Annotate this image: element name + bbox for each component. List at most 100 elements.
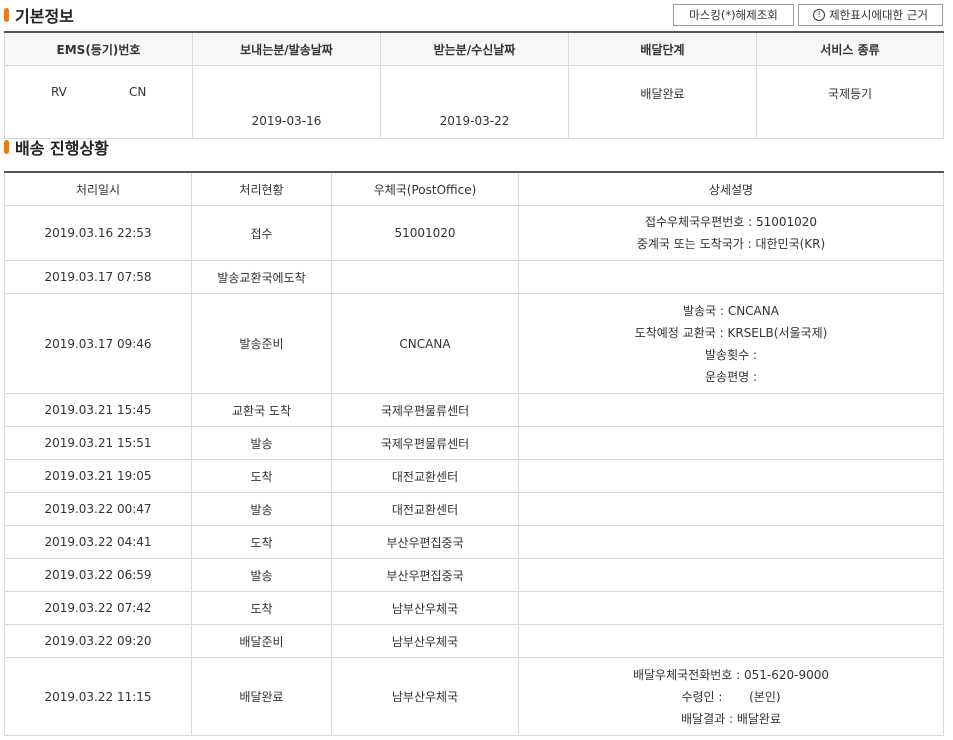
detail-line: 접수우체국우편번호 : 51001020 <box>644 215 818 229</box>
info-icon: ! <box>813 9 826 21</box>
progress-row: 2019.03.22 07:42 도착 남부산우체국 <box>4 591 944 625</box>
progress-row: 2019.03.22 00:47 발송 대전교환센터 <box>4 492 944 526</box>
basic-info-header-row: EMS(등기)번호 보내는분/발송날짜 받는분/수신날짜 배달단계 서비스 종류 <box>4 31 944 66</box>
progress-title-text: 배송 진행상황 <box>15 139 109 158</box>
row-detail <box>518 492 944 526</box>
row-detail <box>518 525 944 559</box>
recv-date-cell: 2019-03-22 <box>380 65 569 139</box>
section-marker-icon <box>4 8 9 22</box>
row-detail <box>518 393 944 427</box>
basic-info-title: 기본정보 <box>4 3 74 27</box>
row-detail <box>518 459 944 493</box>
row-status: 발송준비 <box>191 293 332 394</box>
detail-line: 도착예정 교환국 : KRSELB(서울국제) <box>634 325 828 340</box>
row-status: 발송교환국에도착 <box>191 260 332 294</box>
row-datetime: 2019.03.21 15:51 <box>4 426 192 460</box>
row-post-office: 부산우편집중국 <box>331 558 519 592</box>
row-post-office: 대전교환센터 <box>331 492 519 526</box>
row-post-office <box>331 260 519 294</box>
row-datetime: 2019.03.17 09:46 <box>4 293 192 394</box>
row-datetime: 2019.03.22 04:41 <box>4 525 192 559</box>
header-receiver-date: 받는분/수신날짜 <box>380 31 569 66</box>
row-post-office: 남부산우체국 <box>331 657 519 736</box>
progress-row: 2019.03.17 09:46 발송준비 CNCANA 발송국 : CNCANA 도착… <box>4 293 944 394</box>
row-datetime: 2019.03.22 06:59 <box>4 558 192 592</box>
row-detail <box>518 260 944 294</box>
progress-title: 배송 진행상황 <box>4 135 109 159</box>
ems-suffix: CN <box>129 85 147 99</box>
row-post-office: CNCANA <box>331 293 519 394</box>
limit-info-button[interactable]: ! 제한표시에대한 근거 <box>798 4 943 26</box>
detail-line: 운송편명 : <box>704 369 758 384</box>
header-post-office: 우체국(PostOffice) <box>331 171 519 206</box>
row-datetime: 2019.03.21 19:05 <box>4 459 192 493</box>
row-detail: 발송국 : CNCANA 도착예정 교환국 : KRSELB(서울국제) 발송횟수 … <box>518 293 944 394</box>
ems-prefix: RV <box>51 85 67 99</box>
progress-row: 2019.03.21 15:51 발송 국제우편물류센터 <box>4 426 944 460</box>
row-datetime: 2019.03.17 07:58 <box>4 260 192 294</box>
row-status: 교환국 도착 <box>191 393 332 427</box>
row-status: 배달완료 <box>191 657 332 736</box>
row-post-office: 남부산우체국 <box>331 591 519 625</box>
detail-line: 중계국 또는 도착국가 : 대한민국(KR) <box>636 237 826 251</box>
progress-row: 2019.03.22 04:41 도착 부산우편집중국 <box>4 525 944 559</box>
send-date-cell: 2019-03-16 <box>192 65 381 139</box>
row-post-office: 국제우편물류센터 <box>331 426 519 460</box>
detail-line: 수령인 : (본인) <box>681 689 781 704</box>
detail-line: 배달우체국전화번호 : 051-620-9000 <box>632 667 830 682</box>
progress-row: 2019.03.17 07:58 발송교환국에도착 <box>4 260 944 294</box>
progress-header-row: 처리일시 처리현황 우체국(PostOffice) 상세설명 <box>4 171 944 206</box>
row-detail <box>518 591 944 625</box>
row-status: 도착 <box>191 459 332 493</box>
masking-unlock-button[interactable]: 마스킹(*)해제조회 <box>673 4 794 26</box>
row-post-office: 부산우편집중국 <box>331 525 519 559</box>
row-post-office: 대전교환센터 <box>331 459 519 493</box>
row-status: 발송 <box>191 426 332 460</box>
row-post-office: 남부산우체국 <box>331 624 519 658</box>
row-post-office: 51001020 <box>331 205 519 261</box>
row-status: 도착 <box>191 525 332 559</box>
header-service-type: 서비스 종류 <box>756 31 944 66</box>
basic-info-title-text: 기본정보 <box>15 7 74 26</box>
header-delivery-stage: 배달단계 <box>568 31 757 66</box>
progress-row: 2019.03.22 11:15 배달완료 남부산우체국 배달우체국전화번호 : 05… <box>4 657 944 736</box>
section-marker-icon <box>4 140 9 154</box>
row-detail: 접수우체국우편번호 : 51001020 중계국 또는 도착국가 : 대한민국(K… <box>518 205 944 261</box>
row-datetime: 2019.03.21 15:45 <box>4 393 192 427</box>
row-post-office: 국제우편물류센터 <box>331 393 519 427</box>
row-status: 도착 <box>191 591 332 625</box>
row-datetime: 2019.03.22 09:20 <box>4 624 192 658</box>
header-sender-date: 보내는분/발송날짜 <box>192 31 381 66</box>
row-status: 배달준비 <box>191 624 332 658</box>
detail-line: 발송국 : CNCANA <box>683 303 779 318</box>
progress-row: 2019.03.22 09:20 배달준비 남부산우체국 <box>4 624 944 658</box>
row-detail <box>518 426 944 460</box>
header-ems-number: EMS(등기)번호 <box>4 31 193 66</box>
delivery-stage-cell: 배달완료 <box>568 65 757 139</box>
row-datetime: 2019.03.16 22:53 <box>4 205 192 261</box>
row-detail <box>518 624 944 658</box>
ems-number-cell: RV CN <box>4 65 193 139</box>
progress-table: 처리일시 처리현황 우체국(PostOffice) 상세설명 2019.03.1… <box>4 171 944 736</box>
detail-line: 배달결과 : 배달완료 <box>681 711 781 726</box>
service-type-cell: 국제등기 <box>756 65 944 139</box>
header-datetime: 처리일시 <box>4 171 192 206</box>
row-datetime: 2019.03.22 07:42 <box>4 591 192 625</box>
row-datetime: 2019.03.22 11:15 <box>4 657 192 736</box>
progress-row: 2019.03.22 06:59 발송 부산우편집중국 <box>4 558 944 592</box>
basic-info-table: EMS(등기)번호 보내는분/발송날짜 받는분/수신날짜 배달단계 서비스 종류… <box>4 31 944 139</box>
progress-row: 2019.03.16 22:53 접수 51001020 접수우체국우편번호 : 51… <box>4 205 944 261</box>
row-datetime: 2019.03.22 00:47 <box>4 492 192 526</box>
row-detail <box>518 558 944 592</box>
row-status: 발송 <box>191 492 332 526</box>
row-status: 발송 <box>191 558 332 592</box>
detail-line: 발송횟수 : <box>704 347 758 362</box>
progress-row: 2019.03.21 15:45 교환국 도착 국제우편물류센터 <box>4 393 944 427</box>
progress-row: 2019.03.21 19:05 도착 대전교환센터 <box>4 459 944 493</box>
limit-info-label: 제한표시에대한 근거 <box>829 8 928 22</box>
masking-unlock-label: 마스킹(*)해제조회 <box>689 8 778 22</box>
row-detail: 배달우체국전화번호 : 051-620-9000 수령인 : (본인) 배달결과 :… <box>518 657 944 736</box>
header-detail: 상세설명 <box>518 171 944 206</box>
header-status: 처리현황 <box>191 171 332 206</box>
basic-info-row: RV CN 2019-03-16 2019-03-22 배달완료 국제등기 <box>4 65 944 139</box>
